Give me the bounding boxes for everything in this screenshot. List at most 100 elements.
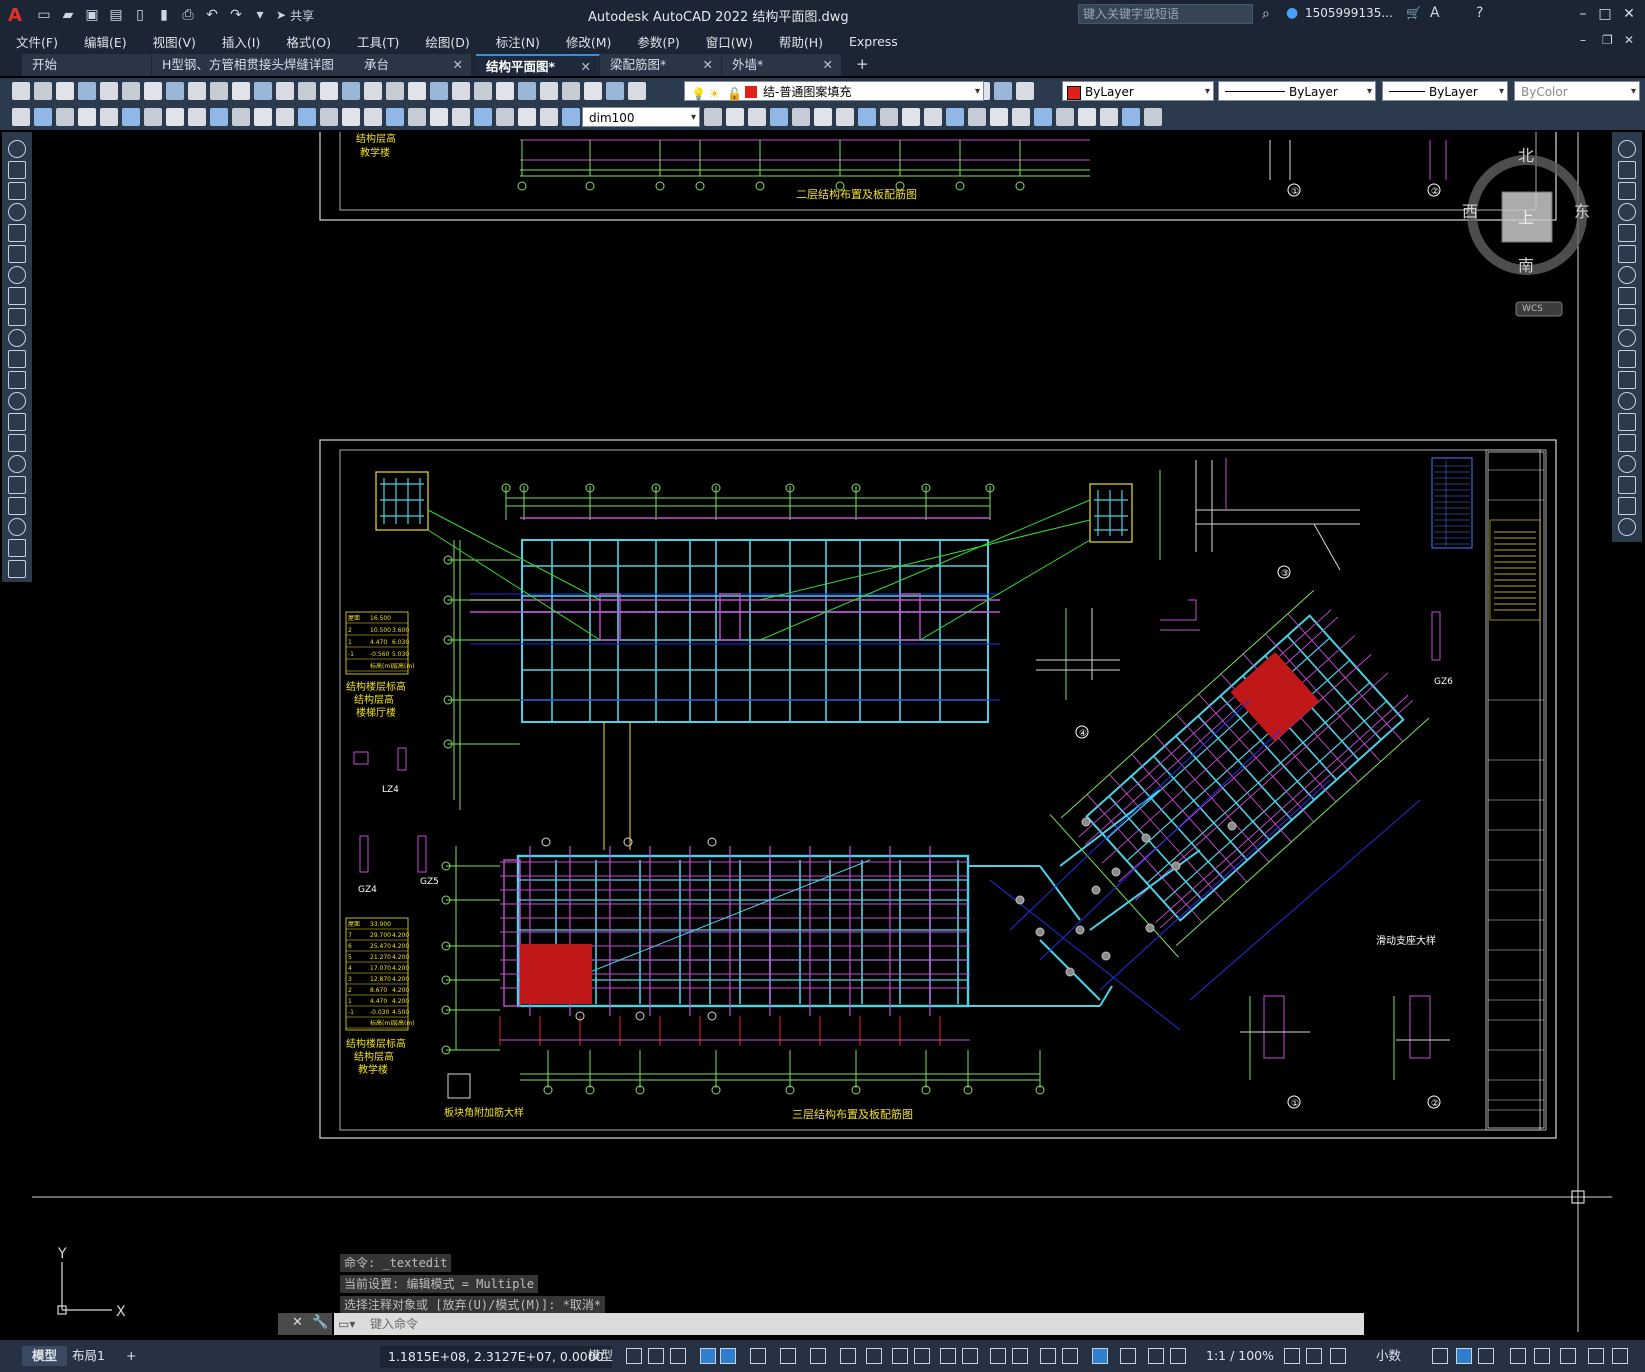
- dim-tool-button-1[interactable]: [12, 108, 30, 126]
- status-toggle-27[interactable]: [1456, 1348, 1472, 1364]
- dim-tool-button-27[interactable]: [704, 108, 722, 126]
- save-icon[interactable]: ▣: [82, 5, 102, 25]
- standard-tool-button-18[interactable]: [386, 82, 404, 100]
- dim-tool-button-31[interactable]: [792, 108, 810, 126]
- status-toggle-13[interactable]: [940, 1348, 956, 1364]
- draw-tool-16[interactable]: [8, 455, 26, 473]
- dim-tool-button-38[interactable]: [946, 108, 964, 126]
- share-button[interactable]: ➤ 共享: [276, 7, 314, 24]
- dim-tool-button-25[interactable]: [540, 108, 558, 126]
- dim-tool-button-45[interactable]: [1100, 108, 1118, 126]
- web-open-icon[interactable]: ▯: [130, 5, 150, 25]
- modify-tool-6[interactable]: [1618, 245, 1636, 263]
- standard-tool-button-23[interactable]: [496, 82, 514, 100]
- draw-tool-17[interactable]: [8, 476, 26, 494]
- dim-tool-button-3[interactable]: [56, 108, 74, 126]
- modify-tool-13[interactable]: [1618, 392, 1636, 410]
- dim-tool-button-20[interactable]: [430, 108, 448, 126]
- dim-tool-button-35[interactable]: [880, 108, 898, 126]
- modify-tool-2[interactable]: [1618, 161, 1636, 179]
- dim-tool-button-37[interactable]: [924, 108, 942, 126]
- modify-tool-19[interactable]: [1618, 518, 1636, 536]
- color-dropdown[interactable]: ByLayer ▾: [1062, 81, 1214, 101]
- coordinates-readout[interactable]: 1.1815E+08, 2.3127E+07, 0.0000: [380, 1346, 612, 1368]
- standard-tool-button-29[interactable]: [628, 82, 646, 100]
- standard-tool-button-16[interactable]: [342, 82, 360, 100]
- status-toggle-24[interactable]: [1306, 1348, 1322, 1364]
- standard-tool-button-3[interactable]: [56, 82, 74, 100]
- customize-command-icon[interactable]: 🔧: [312, 1315, 328, 1330]
- dim-tool-button-15[interactable]: [320, 108, 338, 126]
- status-toggle-10[interactable]: [866, 1348, 882, 1364]
- draw-tool-1[interactable]: [8, 140, 26, 158]
- standard-tool-button-7[interactable]: [144, 82, 162, 100]
- dim-tool-button-32[interactable]: [814, 108, 832, 126]
- modify-tool-7[interactable]: [1618, 266, 1636, 284]
- status-toggle-18[interactable]: [1062, 1348, 1078, 1364]
- new-icon[interactable]: ▭: [34, 5, 54, 25]
- modify-tool-12[interactable]: [1618, 371, 1636, 389]
- draw-tool-13[interactable]: [8, 392, 26, 410]
- status-toggle-2[interactable]: [648, 1348, 664, 1364]
- modify-tool-17[interactable]: [1618, 476, 1636, 494]
- saveas-icon[interactable]: ▤: [106, 5, 126, 25]
- doc-minimize-icon[interactable]: –: [1580, 33, 1586, 47]
- standard-tool-button-15[interactable]: [320, 82, 338, 100]
- layer-dropdown[interactable]: 💡 ☀ 🔓 结-普通图案填充 ▾: [684, 81, 984, 101]
- status-toggle-15[interactable]: [990, 1348, 1006, 1364]
- draw-tool-8[interactable]: [8, 287, 26, 305]
- web-save-icon[interactable]: ▮: [154, 5, 174, 25]
- standard-tool-button-28[interactable]: [606, 82, 624, 100]
- maximize-icon[interactable]: □: [1594, 4, 1616, 24]
- tab-layout1[interactable]: 布局1: [62, 1346, 115, 1366]
- dim-tool-button-26[interactable]: [562, 108, 580, 126]
- standard-tool-button-22[interactable]: [474, 82, 492, 100]
- modify-tool-14[interactable]: [1618, 413, 1636, 431]
- tab-start[interactable]: 开始: [22, 54, 152, 76]
- viewcube-east[interactable]: 东: [1574, 198, 1590, 222]
- dim-tool-button-30[interactable]: [770, 108, 788, 126]
- dim-tool-button-41[interactable]: [1012, 108, 1030, 126]
- autocad-logo-icon[interactable]: A: [8, 5, 30, 26]
- command-input[interactable]: ▭▾ 键入命令: [334, 1313, 1364, 1335]
- draw-tool-9[interactable]: [8, 308, 26, 326]
- draw-tool-4[interactable]: [8, 203, 26, 221]
- linetype-dropdown[interactable]: ByLayer ▾: [1218, 81, 1376, 101]
- help-icon[interactable]: ?: [1476, 5, 1483, 21]
- open-icon[interactable]: ▰: [58, 5, 78, 25]
- tab-cap[interactable]: 承台 ✕: [354, 54, 472, 76]
- status-toggle-33[interactable]: [1612, 1348, 1628, 1364]
- menu-view[interactable]: 视图(V): [137, 32, 206, 51]
- draw-tool-21[interactable]: [8, 560, 26, 578]
- dim-tool-button-6[interactable]: [122, 108, 140, 126]
- status-toggle-1[interactable]: [626, 1348, 642, 1364]
- dim-tool-button-40[interactable]: [990, 108, 1008, 126]
- menu-modify[interactable]: 修改(M): [550, 32, 622, 51]
- modify-tool-3[interactable]: [1618, 182, 1636, 200]
- dimstyle-dropdown[interactable]: dim100 ▾: [582, 107, 700, 127]
- standard-tool-button-25[interactable]: [540, 82, 558, 100]
- dim-tool-button-42[interactable]: [1034, 108, 1052, 126]
- viewcube-north[interactable]: 北: [1518, 142, 1534, 166]
- status-toggle-31[interactable]: [1560, 1348, 1576, 1364]
- standard-tool-button-24[interactable]: [518, 82, 536, 100]
- status-toggle-25[interactable]: [1330, 1348, 1346, 1364]
- redo-icon[interactable]: ↷: [226, 5, 246, 25]
- status-toggle-7[interactable]: [780, 1348, 796, 1364]
- cart-icon[interactable]: 🛒: [1406, 6, 1421, 20]
- draw-tool-12[interactable]: [8, 371, 26, 389]
- menu-express[interactable]: Express: [833, 34, 908, 49]
- dim-tool-button-5[interactable]: [100, 108, 118, 126]
- modify-tool-11[interactable]: [1618, 350, 1636, 368]
- draw-tool-6[interactable]: [8, 245, 26, 263]
- standard-tool-button-26[interactable]: [562, 82, 580, 100]
- standard-tool-button-14[interactable]: [298, 82, 316, 100]
- status-toggle-20[interactable]: [1120, 1348, 1136, 1364]
- undo-icon[interactable]: ↶: [202, 5, 222, 25]
- status-toggle-4[interactable]: [700, 1348, 716, 1364]
- standard-tool-button-10[interactable]: [210, 82, 228, 100]
- dim-tool-button-23[interactable]: [496, 108, 514, 126]
- draw-tool-14[interactable]: [8, 413, 26, 431]
- draw-tool-3[interactable]: [8, 182, 26, 200]
- dim-tool-button-39[interactable]: [968, 108, 986, 126]
